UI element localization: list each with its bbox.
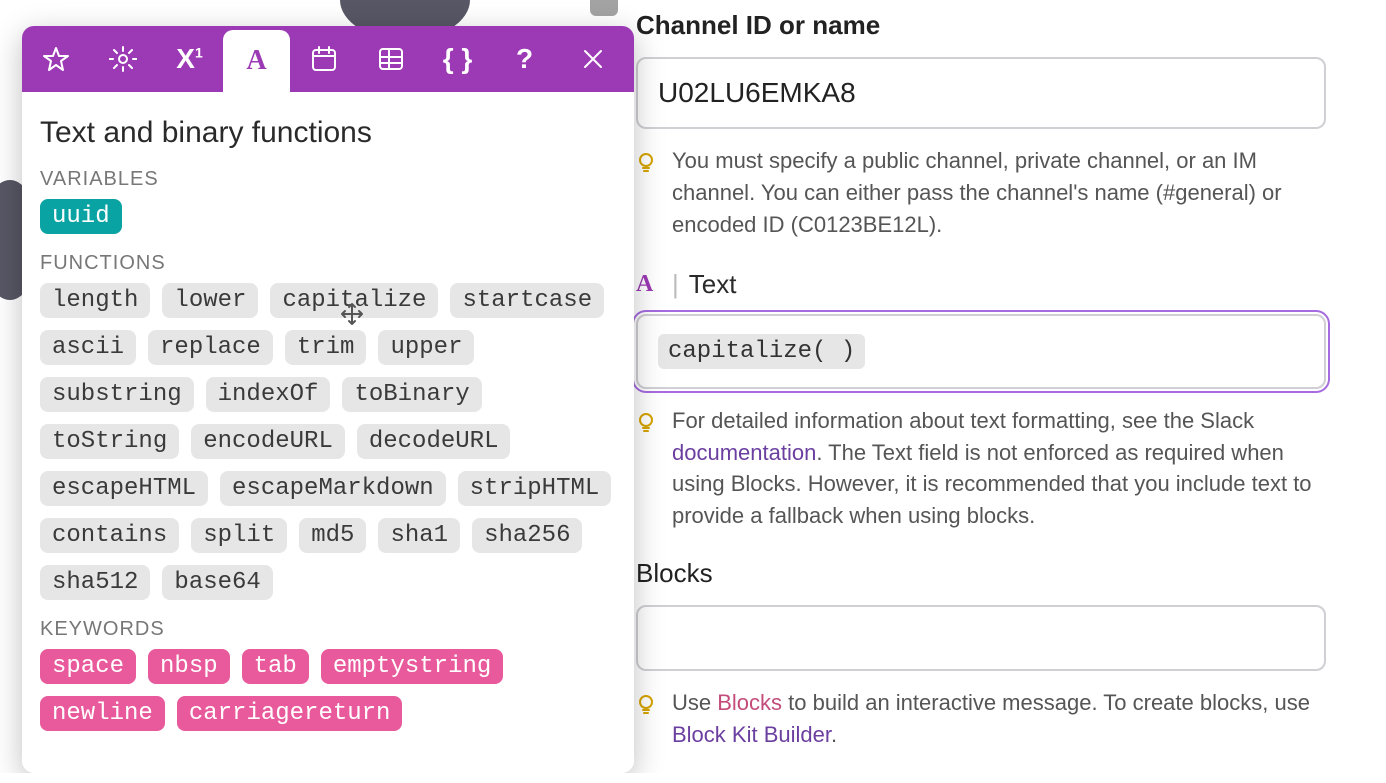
help-icon: ?	[516, 43, 533, 75]
channel-label: Channel ID or name	[636, 10, 1316, 41]
function-chip-replace[interactable]: replace	[148, 330, 273, 365]
tab-braces[interactable]: { }	[424, 26, 491, 92]
close-icon	[579, 45, 607, 73]
function-chip-lower[interactable]: lower	[162, 283, 258, 318]
channel-input[interactable]	[636, 57, 1326, 129]
calendar-icon	[310, 45, 338, 73]
table-icon	[377, 45, 405, 73]
function-chip-stripHTML[interactable]: stripHTML	[458, 471, 612, 506]
lightbulb-icon	[636, 691, 658, 751]
blocks-input[interactable]	[636, 605, 1326, 671]
gear-icon	[109, 45, 137, 73]
braces-icon: { }	[443, 43, 473, 75]
tab-help[interactable]: ?	[491, 26, 558, 92]
function-chip-escapeMarkdown[interactable]: escapeMarkdown	[220, 471, 446, 506]
function-chip-sha1[interactable]: sha1	[378, 518, 460, 553]
function-chip-split[interactable]: split	[191, 518, 287, 553]
expression-token[interactable]: capitalize( )	[658, 334, 865, 369]
text-functions-icon: A	[636, 271, 662, 297]
function-chip-ascii[interactable]: ascii	[40, 330, 136, 365]
functions-panel: X1 A { } ? Text and binary functions VAR…	[22, 26, 634, 773]
text-input[interactable]: capitalize( )	[636, 314, 1326, 389]
variable-chip-uuid[interactable]: uuid	[40, 199, 122, 234]
tab-star[interactable]	[22, 26, 89, 92]
text-icon: A	[246, 45, 266, 77]
panel-close-button[interactable]	[559, 26, 626, 92]
function-chip-base64[interactable]: base64	[162, 565, 272, 600]
block-kit-builder-link[interactable]: Block Kit Builder	[672, 722, 831, 747]
function-chip-md5[interactable]: md5	[299, 518, 366, 553]
keywords-row: space nbsptab emptystring newline carriagere…	[40, 649, 616, 731]
lightbulb-icon	[636, 149, 658, 241]
blocks-hint: Use Blocks to build an interactive messa…	[672, 687, 1326, 751]
keyword-chip-nbsp[interactable]: nbsp	[148, 649, 230, 684]
function-chip-length[interactable]: length	[40, 283, 150, 318]
function-chip-sha512[interactable]: sha512	[40, 565, 150, 600]
lightbulb-icon	[636, 409, 658, 533]
function-chip-upper[interactable]: upper	[378, 330, 474, 365]
tab-table[interactable]	[357, 26, 424, 92]
documentation-link[interactable]: documentation	[672, 440, 816, 465]
text-label: Text	[689, 269, 737, 300]
section-functions-label: FUNCTIONS	[40, 252, 616, 275]
function-chip-contains[interactable]: contains	[40, 518, 179, 553]
function-chip-toBinary[interactable]: toBinary	[342, 377, 481, 412]
tab-settings[interactable]	[89, 26, 156, 92]
function-chip-startcase[interactable]: startcase	[450, 283, 604, 318]
function-chip-indexOf[interactable]: indexOf	[206, 377, 331, 412]
keyword-chip-carriagereturn[interactable]: carriagereturn	[177, 696, 403, 731]
section-keywords-label: KEYWORDS	[40, 618, 616, 641]
keyword-chip-space[interactable]: space	[40, 649, 136, 684]
tab-text[interactable]: A	[223, 30, 290, 92]
section-variables-label: VARIABLES	[40, 168, 616, 191]
function-chip-toString[interactable]: toString	[40, 424, 179, 459]
function-chip-trim[interactable]: trim	[285, 330, 367, 365]
panel-title: Text and binary functions	[40, 116, 616, 150]
text-field-header: A | Text	[636, 269, 736, 300]
tab-calendar[interactable]	[290, 26, 357, 92]
blocks-link[interactable]: Blocks	[717, 690, 782, 715]
function-chip-sha256[interactable]: sha256	[472, 518, 582, 553]
keyword-chip-newline[interactable]: newline	[40, 696, 165, 731]
text-hint: For detailed information about text form…	[672, 405, 1326, 533]
channel-hint: You must specify a public channel, priva…	[672, 145, 1326, 241]
star-icon	[42, 45, 70, 73]
function-chip-capitalize[interactable]: capitalize	[270, 283, 438, 318]
function-chip-escapeHTML[interactable]: escapeHTML	[40, 471, 208, 506]
keyword-chip-tab[interactable]: tab	[242, 649, 309, 684]
functions-row: length lower capitalize startcase ascii repla…	[40, 283, 616, 600]
keyword-chip-emptystring[interactable]: emptystring	[321, 649, 503, 684]
function-chip-encodeURL[interactable]: encodeURL	[191, 424, 345, 459]
panel-toolbar: X1 A { } ?	[22, 26, 634, 92]
variables-row: uuid	[40, 199, 616, 234]
blocks-label: Blocks	[636, 558, 1316, 589]
function-chip-decodeURL[interactable]: decodeURL	[357, 424, 511, 459]
tab-math[interactable]: X1	[156, 26, 223, 92]
config-panel: Channel ID or name You must specify a pu…	[636, 0, 1376, 751]
function-chip-substring[interactable]: substring	[40, 377, 194, 412]
math-icon: X1	[176, 43, 202, 75]
